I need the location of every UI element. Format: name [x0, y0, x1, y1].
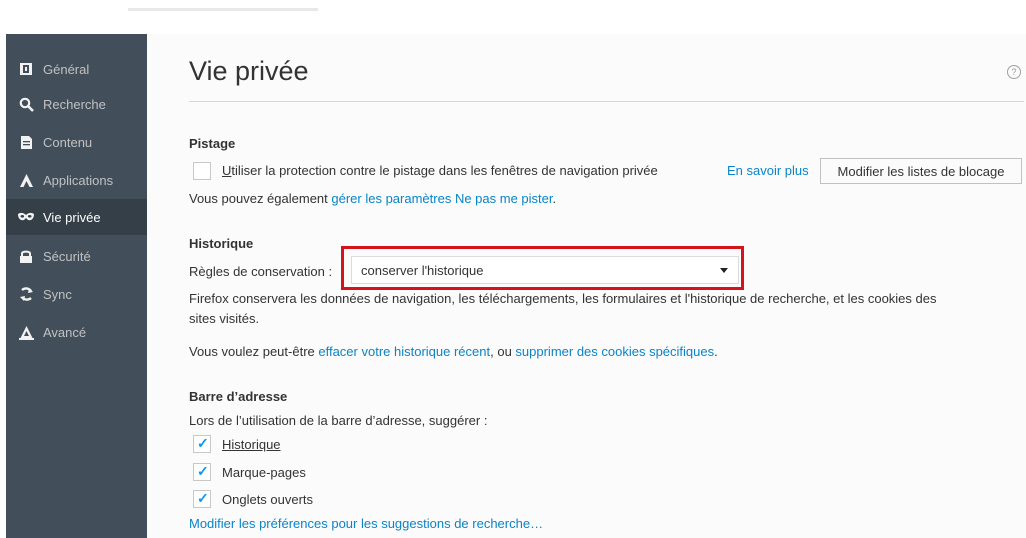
history-rules-label: Règles de conservation : [189, 264, 333, 279]
dnt-settings-link[interactable]: gérer les paramètres Ne pas me pister [331, 191, 552, 206]
suggest-bookmarks-label: Marque-pages [222, 465, 306, 480]
dnt-text: Vous pouvez également [189, 191, 332, 206]
search-suggestion-prefs-link[interactable]: Modifier les préférences pour les sugges… [189, 516, 543, 531]
sidebar-item-label: Sync [43, 286, 72, 302]
history-suggestion: Vous voulez peut-être effacer votre hist… [189, 344, 718, 359]
clear-recent-history-link[interactable]: effacer votre historique récent [318, 344, 490, 359]
sidebar-item-label: Vie privée [43, 209, 101, 225]
sidebar-item-general[interactable]: Général [6, 51, 147, 87]
suggest-history-label: Historique [222, 437, 281, 452]
help-icon[interactable]: ? [1007, 65, 1021, 79]
address-bar-heading: Barre d’adresse [189, 389, 288, 404]
tracking-protection-checkbox[interactable] [193, 162, 211, 180]
sidebar-item-label: Avancé [43, 324, 87, 340]
sidebar-item-label: Contenu [43, 134, 93, 150]
history-description-line2: sites visités. [189, 311, 260, 326]
suggest-end: . [714, 344, 718, 359]
sidebar-item-search[interactable]: Recherche [6, 86, 147, 122]
chevron-down-icon [720, 268, 728, 273]
sidebar-item-content[interactable]: Contenu [6, 124, 147, 160]
general-icon [18, 61, 34, 77]
tracking-protection-label: Utiliser la protection contre le pistage… [222, 163, 658, 178]
sidebar: Général Recherche Contenu Applications V… [6, 34, 147, 538]
applications-icon [18, 172, 34, 188]
tracking-protection-label-accesskey: U [222, 163, 232, 178]
title-divider [189, 101, 1024, 102]
page-title: Vie privée [189, 56, 309, 86]
sidebar-item-label: Recherche [43, 96, 106, 112]
top-strip-mark [128, 8, 318, 11]
tracking-heading: Pistage [189, 136, 236, 151]
main-content: Vie privée ? Pistage Utiliser la protect… [147, 34, 1026, 538]
suggest-bookmarks-checkbox[interactable] [193, 463, 211, 481]
dnt-sentence: Vous pouvez également gérer les paramètr… [189, 191, 556, 206]
suggest-open-tabs-checkbox[interactable] [193, 490, 211, 508]
tracking-protection-label-rest: tiliser la protection contre le pistage … [231, 163, 658, 178]
top-strip [0, 0, 1026, 34]
sidebar-item-sync[interactable]: Sync [6, 276, 147, 312]
sidebar-item-privacy[interactable]: Vie privée [6, 199, 147, 235]
history-rules-select[interactable]: conserver l'historique [351, 256, 739, 284]
history-heading: Historique [189, 236, 254, 251]
learn-more-link[interactable]: En savoir plus [727, 163, 809, 178]
suggest-open-tabs-label: Onglets ouverts [222, 492, 314, 507]
sidebar-item-label: Sécurité [43, 248, 91, 264]
sidebar-item-security[interactable]: Sécurité [6, 238, 147, 274]
modify-block-lists-button[interactable]: Modifier les listes de blocage [820, 158, 1022, 184]
suggest-history-checkbox[interactable] [193, 435, 211, 453]
sidebar-item-label: Général [43, 61, 90, 77]
remove-cookies-link[interactable]: supprimer des cookies spécifiques [515, 344, 714, 359]
privacy-mask-icon [18, 209, 34, 225]
address-bar-intro: Lors de l’utilisation de la barre d’adre… [189, 413, 488, 428]
sidebar-item-applications[interactable]: Applications [6, 162, 147, 198]
lock-icon [18, 248, 34, 264]
sidebar-item-advanced[interactable]: Avancé [6, 314, 147, 350]
content-icon [18, 134, 34, 150]
search-icon [18, 96, 34, 112]
suggest-mid: , ou [490, 344, 516, 359]
history-description-line1: Firefox conservera les données de naviga… [189, 291, 937, 306]
sync-icon [18, 286, 34, 302]
dnt-end: . [552, 191, 557, 206]
history-rules-value: conserver l'historique [361, 262, 484, 278]
sidebar-item-label: Applications [43, 172, 114, 188]
advanced-icon [18, 324, 34, 340]
suggest-pre: Vous voulez peut-être [189, 344, 319, 359]
